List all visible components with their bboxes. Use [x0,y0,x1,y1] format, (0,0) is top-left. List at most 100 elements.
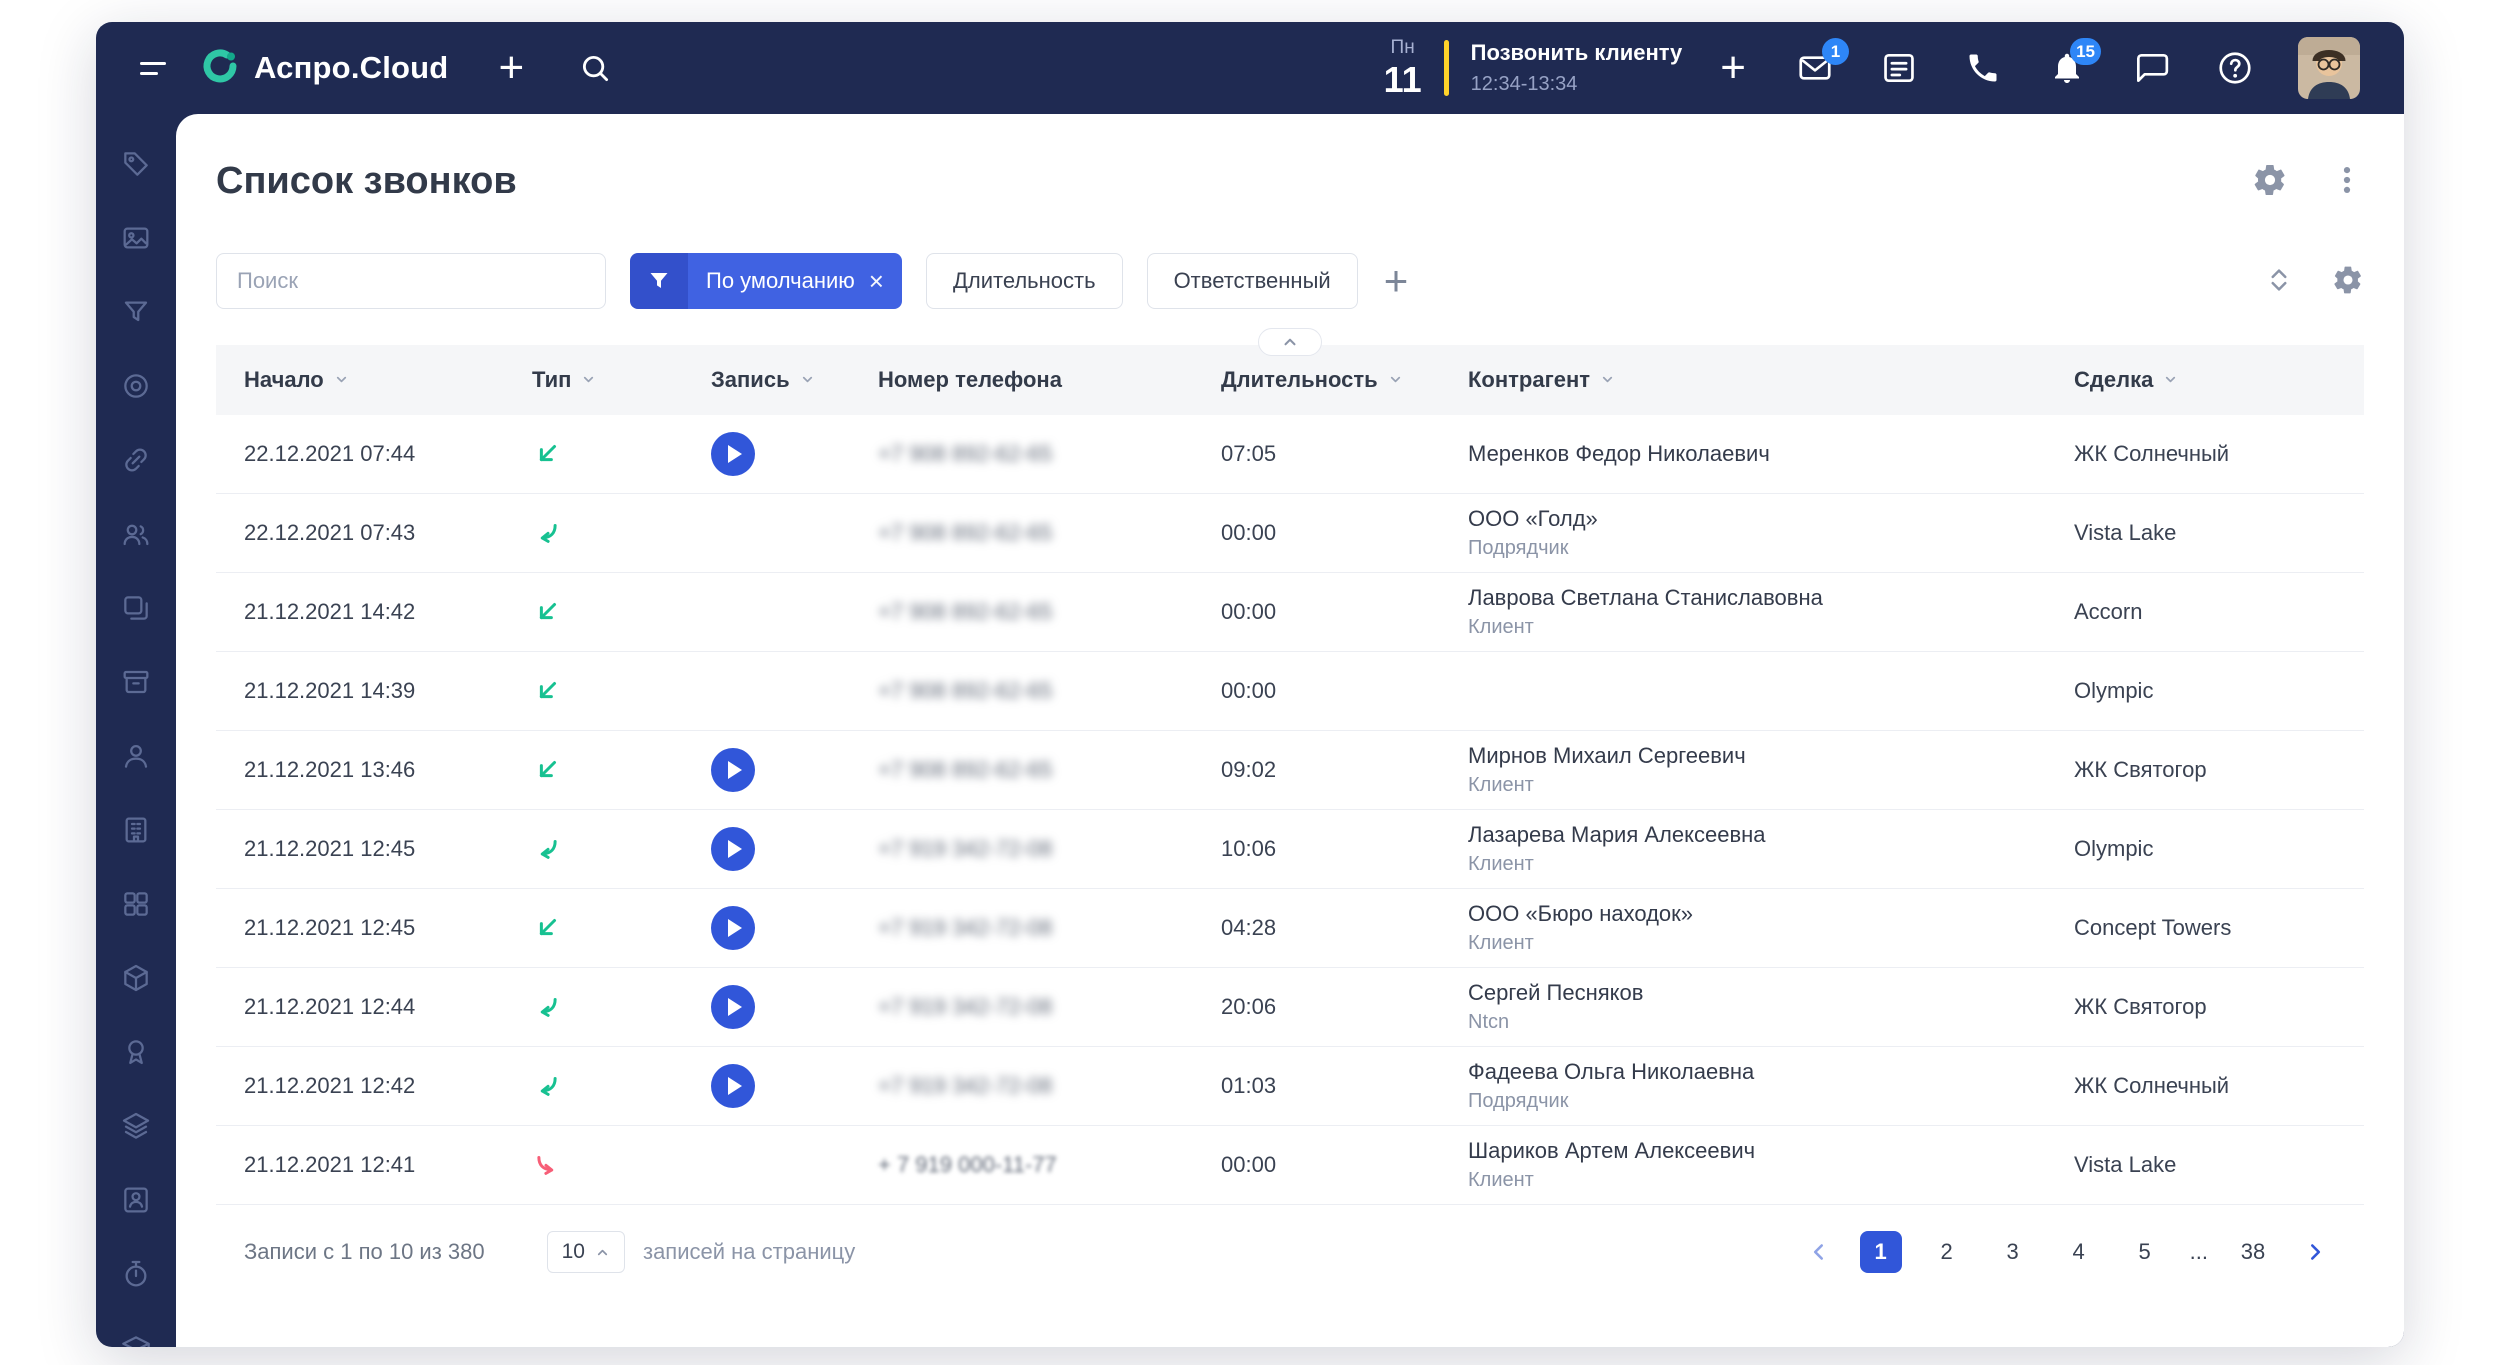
column-header[interactable]: Контрагент [1444,367,2050,393]
collapse-filters-tab[interactable] [1258,328,1322,356]
contact-name[interactable]: Шариков Артем Алексеевич [1468,1138,1755,1164]
play-record-button[interactable] [711,1064,755,1108]
play-record-button[interactable] [711,748,755,792]
help-icon[interactable] [2216,49,2254,87]
contact-name[interactable]: Мирнов Михаил Сергеевич [1468,743,1746,769]
page-button-2[interactable]: 2 [1926,1231,1968,1273]
sort-chevron-icon[interactable] [581,367,596,393]
sidebar-item-users[interactable] [119,518,153,552]
table-row[interactable]: 21.12.2021 12:45 +7 919 342-72-08 04:28 … [216,889,2364,968]
notes-icon[interactable] [1880,49,1918,87]
calendar-event[interactable]: Позвонить клиенту 12:34-13:34 [1471,40,1683,96]
page-button-5[interactable]: 5 [2124,1231,2166,1273]
table-row[interactable]: 21.12.2021 14:39 +7 908 892-62-65 00:00 … [216,652,2364,731]
sidebar-item-funnel[interactable] [119,296,153,330]
sidebar-item-tag[interactable] [119,148,153,182]
deal-name[interactable]: ЖК Солнечный [2050,1073,2364,1099]
table-row[interactable]: 21.12.2021 14:42 +7 908 892-62-65 00:00 … [216,573,2364,652]
play-record-button[interactable] [711,985,755,1029]
sort-chevron-icon[interactable] [334,367,349,393]
filter-button-1[interactable]: Длительность [926,253,1123,309]
active-filter-chip[interactable]: По умолчанию × [630,253,902,309]
column-header[interactable]: Начало [216,367,508,393]
search-input[interactable] [216,253,606,309]
page-kebab-menu-icon[interactable] [2330,163,2364,200]
sort-chevron-icon[interactable] [1388,367,1403,393]
deal-name[interactable]: ЖК Солнечный [2050,441,2364,467]
contact-name[interactable]: Сергей Песняков [1468,980,1643,1006]
sort-chevron-icon[interactable] [800,367,815,393]
sidebar-item-layers[interactable] [119,1110,153,1144]
contact-name[interactable]: ООО «Голд» [1468,506,1598,532]
deal-name[interactable]: Accorn [2050,599,2364,625]
sidebar-item-target[interactable] [119,370,153,404]
contact-name[interactable]: Лаврова Светлана Станиславовна [1468,585,1823,611]
add-event-button[interactable]: + [1720,46,1746,90]
page-button-4[interactable]: 4 [2058,1231,2100,1273]
sidebar-item-user[interactable] [119,740,153,774]
chat-icon[interactable] [2132,49,2170,87]
deal-name[interactable]: ЖК Святогор [2050,994,2364,1020]
prev-page-button[interactable] [1798,1231,1840,1273]
deal-name[interactable]: Vista Lake [2050,520,2364,546]
mail-icon[interactable]: 1 [1796,49,1834,87]
add-filter-button[interactable]: + [1384,260,1409,302]
contact-name[interactable]: Лазарева Мария Алексеевна [1468,822,1766,848]
search-icon[interactable] [578,51,612,85]
table-settings-gear-icon[interactable] [2332,264,2364,299]
notifications-bell-icon[interactable]: 15 [2048,49,2086,87]
table-row[interactable]: 21.12.2021 12:41 + 7 919 000-11-77 00:00… [216,1126,2364,1205]
sidebar-item-graduation[interactable] [119,1332,153,1347]
user-avatar[interactable] [2298,37,2360,99]
table-row[interactable]: 21.12.2021 13:46 +7 908 892-62-65 09:02 … [216,731,2364,810]
sidebar-item-archive[interactable] [119,666,153,700]
table-row[interactable]: 21.12.2021 12:44 +7 919 342-72-08 20:06 … [216,968,2364,1047]
play-record-button[interactable] [711,827,755,871]
quick-add-button[interactable]: + [498,46,524,90]
page-settings-gear-icon[interactable] [2252,162,2288,201]
sidebar-item-copy[interactable] [119,592,153,626]
menu-toggle-icon[interactable] [140,62,166,75]
sidebar-item-id-badge[interactable] [119,1184,153,1218]
deal-name[interactable]: Olympic [2050,836,2364,862]
play-record-button[interactable] [711,906,755,950]
sidebar-item-grid[interactable] [119,888,153,922]
column-header[interactable]: Запись [687,367,854,393]
table-row[interactable]: 21.12.2021 12:45 +7 919 342-72-08 10:06 … [216,810,2364,889]
table-row[interactable]: 22.12.2021 07:44 +7 908 892-62-65 07:05 … [216,415,2364,494]
sort-chevron-icon[interactable] [2163,367,2178,393]
filter-button-2[interactable]: Ответственный [1147,253,1358,309]
deal-name[interactable]: Olympic [2050,678,2364,704]
phone-icon[interactable] [1964,49,2002,87]
sidebar-item-image[interactable] [119,222,153,256]
sidebar-item-link[interactable] [119,444,153,478]
column-header[interactable]: Сделка [2050,367,2364,393]
collapse-table-icon[interactable] [2264,265,2294,298]
remove-filter-icon[interactable]: × [869,268,884,294]
column-header[interactable]: Номер телефона [854,367,1197,393]
page-size-select[interactable]: 10 [547,1231,625,1273]
sidebar-item-timer[interactable] [119,1258,153,1292]
play-record-button[interactable] [711,432,755,476]
image-icon [120,222,152,257]
deal-name[interactable]: Vista Lake [2050,1152,2364,1178]
deal-name[interactable]: ЖК Святогор [2050,757,2364,783]
sidebar-item-cube[interactable] [119,962,153,996]
brand-logo-icon[interactable] [200,46,240,91]
column-header[interactable]: Длительность [1197,367,1444,393]
contact-name[interactable]: Фадеева Ольга Николаевна [1468,1059,1754,1085]
table-row[interactable]: 21.12.2021 12:42 +7 919 342-72-08 01:03 … [216,1047,2364,1126]
column-header[interactable]: Тип [508,367,687,393]
contact-name[interactable]: ООО «Бюро находок» [1468,901,1693,927]
sort-chevron-icon[interactable] [1600,367,1615,393]
table-row[interactable]: 22.12.2021 07:43 +7 908 892-62-65 00:00 … [216,494,2364,573]
sidebar-item-award[interactable] [119,1036,153,1070]
page-button-38[interactable]: 38 [2232,1231,2274,1273]
next-page-button[interactable] [2294,1231,2336,1273]
page-button-3[interactable]: 3 [1992,1231,2034,1273]
calendar-widget[interactable]: Пн 11 [1384,38,1422,98]
contact-name[interactable]: Меренков Федор Николаевич [1468,441,1770,467]
deal-name[interactable]: Concept Towers [2050,915,2364,941]
page-button-1[interactable]: 1 [1860,1231,1902,1273]
sidebar-item-building[interactable] [119,814,153,848]
